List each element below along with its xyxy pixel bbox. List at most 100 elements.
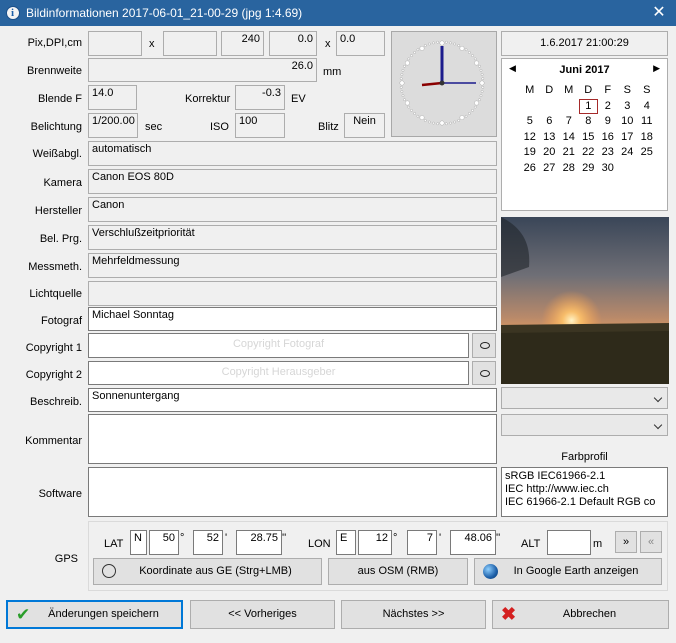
lat-minutes-field[interactable]: 52 (193, 530, 223, 555)
farbprofil-field[interactable]: sRGB IEC61966-2.1 IEC http://www.iec.ch … (501, 467, 668, 517)
weissabgleich-label: Weißabgl. (32, 148, 82, 160)
copyright1-field[interactable]: Copyright Fotograf (88, 333, 469, 358)
calendar-month: Juni 2017 (559, 64, 610, 76)
brennweite-field[interactable]: 26.0 (88, 58, 317, 82)
save-changes-button[interactable]: ✔ Änderungen speichern (6, 600, 183, 629)
calendar-day[interactable]: 10 (618, 114, 638, 130)
alt-label: ALT (521, 538, 541, 550)
calendar-day[interactable]: 1 (578, 98, 598, 114)
calendar-day[interactable]: 13 (540, 130, 560, 146)
software-field[interactable] (88, 467, 497, 517)
weissabgleich-field[interactable]: automatisch (88, 141, 497, 166)
calendar-day[interactable]: 8 (579, 114, 599, 130)
iso-label: ISO (210, 121, 229, 133)
calendar-day[interactable]: 15 (579, 130, 599, 146)
calendar-day[interactable]: 24 (618, 145, 638, 161)
lat-ref-field[interactable]: N (130, 530, 147, 555)
lon-degrees-field[interactable]: 12 (358, 530, 392, 555)
calendar-day[interactable]: 22 (579, 145, 599, 161)
cm-height-field[interactable]: 0.0 (336, 31, 385, 56)
lichtquelle-field[interactable] (88, 281, 497, 306)
lat-second-symbol: '' (282, 532, 287, 544)
blitz-field[interactable]: Nein (344, 113, 385, 138)
lon-minutes-field[interactable]: 7 (407, 530, 437, 555)
calendar-day (637, 161, 657, 177)
calendar-day[interactable]: 18 (637, 130, 657, 146)
globe-icon (483, 564, 498, 579)
calendar-grid[interactable]: M D M D F S S 1 2 3 4 5 6 7 8 9 10 11 12 13 14 15 16 17 18 19 20 21… (520, 83, 664, 176)
copyright1-placeholder: Copyright Fotograf (232, 338, 325, 350)
lon-ref-field[interactable]: E (336, 530, 356, 555)
calendar-day[interactable]: 3 (618, 99, 638, 115)
gps-label: GPS (54, 553, 78, 565)
lon-second-symbol: '' (496, 532, 501, 544)
window-title: Bildinformationen 2017-06-01_21-00-29 (j… (26, 6, 303, 20)
calendar-day[interactable]: 4 (637, 99, 657, 115)
calendar-day[interactable]: 17 (618, 130, 638, 146)
copyright1-eye-button[interactable] (472, 333, 496, 358)
calendar-weekday: S (623, 84, 631, 96)
calendar-day[interactable]: 20 (540, 145, 560, 161)
belichtung-field[interactable]: 1/200.00 (88, 113, 138, 138)
fotograf-field[interactable]: Michael Sonntag (88, 307, 497, 331)
cancel-button[interactable]: ✖ Abbrechen (492, 600, 669, 629)
close-icon[interactable]: ✕ (642, 0, 676, 26)
copyright1-label: Copyright 1 (25, 342, 82, 354)
calendar-day[interactable]: 19 (520, 145, 540, 161)
pix-width-field[interactable] (88, 31, 142, 56)
datetime-field[interactable]: 1.6.2017 21:00:29 (501, 31, 668, 56)
beschreib-field[interactable]: Sonnenuntergang (88, 388, 497, 412)
blende-field[interactable]: 14.0 (88, 85, 137, 110)
next-button[interactable]: Nächstes >> (341, 600, 486, 629)
calendar-day[interactable]: 30 (598, 161, 618, 177)
calendar-day[interactable]: 16 (598, 130, 618, 146)
koordinate-aus-ge-button[interactable]: Koordinate aus GE (Strg+LMB) (93, 558, 322, 585)
bel-prg-field[interactable]: Verschlußzeitpriorität (88, 225, 497, 250)
alt-field[interactable] (547, 530, 591, 555)
calendar-day[interactable]: 6 (540, 114, 560, 130)
kommentar-field[interactable] (88, 414, 497, 464)
photo-thumbnail (501, 217, 669, 384)
messmeth-field[interactable]: Mehrfeldmessung (88, 253, 497, 278)
copyright2-field[interactable]: Copyright Herausgeber (88, 361, 469, 385)
belichtung-label: Belichtung (30, 121, 82, 133)
profile-combo-2[interactable] (501, 414, 668, 436)
calendar[interactable]: ◀ Juni 2017 ▶ M D M D F S S 1 2 3 4 5 6 7 8 9 10 11 12 13 14… (501, 58, 668, 211)
analog-clock-icon (399, 40, 485, 126)
copyright2-eye-button[interactable] (472, 361, 496, 385)
calendar-day[interactable]: 28 (559, 161, 579, 177)
profile-combo-1[interactable] (501, 387, 668, 409)
eye-icon (480, 342, 490, 349)
calendar-next-icon[interactable]: ▶ (653, 63, 660, 74)
lat-degrees-field[interactable]: 50 (149, 530, 179, 555)
iso-field[interactable]: 100 (235, 113, 285, 138)
calendar-day[interactable]: 29 (579, 161, 599, 177)
kamera-field[interactable]: Canon EOS 80D (88, 169, 497, 194)
pix-height-field[interactable] (163, 31, 217, 56)
calendar-day[interactable]: 23 (598, 145, 618, 161)
calendar-day[interactable]: 5 (520, 114, 540, 130)
cm-width-field[interactable]: 0.0 (269, 31, 317, 56)
calendar-day[interactable]: 25 (637, 145, 657, 161)
calendar-day[interactable]: 21 (559, 145, 579, 161)
lon-seconds-field[interactable]: 48.06 (450, 530, 496, 555)
gps-prev-button[interactable]: « (640, 531, 662, 553)
google-earth-button[interactable]: In Google Earth anzeigen (474, 558, 662, 585)
calendar-day[interactable]: 12 (520, 130, 540, 146)
calendar-day[interactable]: 2 (598, 99, 618, 115)
calendar-day[interactable]: 27 (540, 161, 560, 177)
korrektur-field[interactable]: -0.3 (235, 85, 285, 110)
hersteller-label: Hersteller (34, 205, 82, 217)
calendar-day[interactable]: 7 (559, 114, 579, 130)
cm-x-separator: x (325, 38, 331, 50)
calendar-day[interactable]: 26 (520, 161, 540, 177)
hersteller-field[interactable]: Canon (88, 197, 497, 222)
dpi-field[interactable]: 240 (221, 31, 264, 56)
lat-seconds-field[interactable]: 28.75 (236, 530, 282, 555)
calendar-day[interactable]: 11 (637, 114, 657, 130)
gps-next-button[interactable]: » (615, 531, 637, 553)
aus-osm-button[interactable]: aus OSM (RMB) (328, 558, 468, 585)
calendar-day[interactable]: 9 (598, 114, 618, 130)
calendar-day[interactable]: 14 (559, 130, 579, 146)
previous-button[interactable]: << Vorheriges (190, 600, 335, 629)
